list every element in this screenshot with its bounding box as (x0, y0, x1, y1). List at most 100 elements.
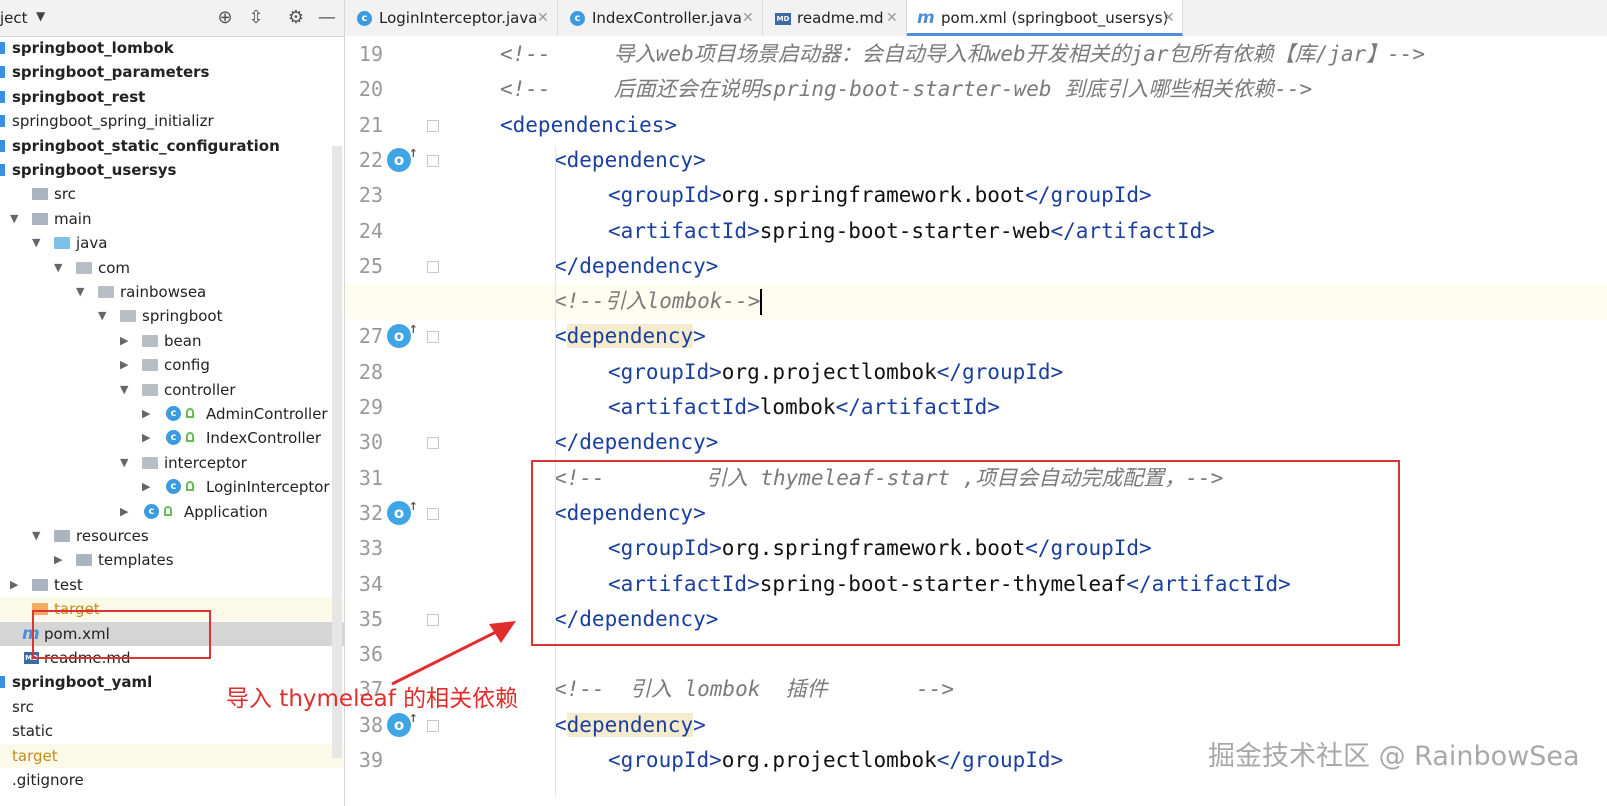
tree-item-label: springboot (142, 307, 223, 326)
tree-item[interactable]: ▼ com (0, 256, 344, 280)
expand-arrow-icon[interactable]: ▼ (120, 451, 128, 475)
collapse-arrow-icon[interactable]: ▶ (54, 548, 62, 572)
class-icon: c (166, 430, 181, 446)
tree-item[interactable]: .gitignore (0, 768, 344, 792)
expand-arrow-icon[interactable]: ▼ (32, 524, 40, 548)
tree-item[interactable]: ▶ c AdminController (0, 402, 344, 426)
tree-item[interactable]: ▶ bean (0, 329, 344, 353)
code-line[interactable]: <groupId>org.projectlombok</groupId> (345, 355, 1607, 390)
collapse-arrow-icon[interactable]: ▶ (120, 329, 128, 353)
tree-item-label: interceptor (164, 453, 247, 472)
annotation-highlight-box-code (531, 460, 1400, 646)
tree-item[interactable]: ▶ c IndexController (0, 426, 344, 450)
tree-item[interactable]: springboot_static_configuration (0, 134, 344, 158)
tree-item[interactable]: static (0, 719, 344, 743)
editor-tabs: c LoginInterceptor.java ✕ c IndexController.… (345, 0, 1607, 37)
collapse-arrow-icon[interactable]: ▶ (142, 402, 150, 426)
annotation-highlight-box-pom (32, 610, 211, 659)
code-text: lombok (759, 395, 836, 419)
editor-tab[interactable]: c LoginInterceptor.java ✕ (345, 0, 558, 36)
editor-tab[interactable]: m pom.xml (springboot_usersys) ✕ (907, 0, 1183, 36)
expand-arrow-icon[interactable]: ▼ (120, 378, 128, 402)
project-header: ject ▼ ⊕ ⇳ ⚙ — (0, 0, 344, 37)
code-line[interactable]: <dependencies> (345, 108, 1607, 143)
collapse-arrow-icon[interactable]: ▶ (142, 475, 150, 499)
code-editor[interactable]: 19202122o↑2324252627o↑2829303132o↑333435… (345, 36, 1607, 806)
xml-tag: dependency (566, 324, 694, 349)
expand-arrow-icon[interactable]: ▼ (54, 256, 62, 280)
chevron-down-icon[interactable]: ▼ (36, 9, 45, 23)
xml-tag: </artifactId> (1050, 218, 1215, 243)
tree-item[interactable]: springboot_spring_initializr (0, 109, 344, 133)
tree-item[interactable]: ▶ config (0, 353, 344, 377)
collapse-arrow-icon[interactable]: ▶ (142, 426, 150, 450)
xml-tag: </groupId> (936, 748, 1064, 772)
tree-item[interactable]: ▼ main (0, 207, 344, 231)
gear-icon[interactable]: ⚙ (285, 7, 307, 28)
tree-item[interactable]: springboot_rest (0, 85, 344, 109)
tree-item-label: main (54, 209, 92, 228)
close-icon[interactable]: ✕ (1163, 0, 1175, 36)
code-text: spring-boot-starter-web (759, 218, 1051, 243)
tree-item[interactable]: target (0, 743, 344, 768)
module-icon (0, 66, 5, 79)
tree-item[interactable]: ▼ resources (0, 524, 344, 548)
tree-item-label: config (164, 356, 210, 375)
tree-item[interactable]: springboot_lombok (0, 36, 344, 60)
code-text: org.projectlombok (721, 748, 937, 772)
folder-icon (54, 237, 70, 250)
tree-item[interactable]: ▶ c Application (0, 500, 344, 524)
tree-item[interactable]: ▼ java (0, 231, 344, 255)
project-scrollbar[interactable] (332, 146, 342, 758)
class-icon: c (166, 479, 181, 495)
tab-label: IndexController.java (592, 9, 742, 27)
minimize-icon[interactable]: — (316, 7, 338, 28)
tree-item[interactable]: ▼ springboot (0, 304, 344, 328)
code-line[interactable]: <artifactId>spring-boot-starter-web</art… (345, 214, 1607, 249)
collapse-arrow-icon[interactable]: ▶ (120, 500, 128, 524)
code-line[interactable]: <artifactId>lombok</artifactId> (345, 390, 1607, 425)
tree-item-label: com (98, 258, 131, 277)
expand-arrow-icon[interactable]: ▼ (98, 304, 106, 328)
close-icon[interactable]: ✕ (537, 0, 549, 36)
tree-item[interactable]: springboot_usersys (0, 158, 344, 182)
tree-item[interactable]: ▼ controller (0, 378, 344, 402)
project-view-title[interactable]: ject (0, 9, 28, 27)
expand-arrow-icon[interactable]: ▼ (76, 280, 84, 304)
code-line[interactable]: <!-- 后面还会在说明spring-boot-starter-web 到底引入… (345, 72, 1607, 107)
crosshair-icon[interactable]: ⊕ (214, 7, 236, 28)
editor-tab[interactable]: c IndexController.java ✕ (558, 0, 763, 36)
code-line[interactable]: <!--引入lombok--> (345, 284, 1607, 320)
code-line[interactable]: <!-- 导入web项目场景启动器：会自动导入和web开发相关的jar包所有依赖… (345, 37, 1607, 72)
maven-icon: m (917, 8, 935, 28)
tree-item-label: springboot_rest (12, 87, 146, 106)
tree-item[interactable]: ▶ c LoginInterceptor (0, 475, 344, 499)
editor-tab[interactable]: MD readme.md ✕ (763, 0, 907, 36)
tree-item[interactable]: src (0, 182, 344, 206)
close-icon[interactable]: ✕ (742, 0, 754, 36)
collapse-arrow-icon[interactable]: ▶ (120, 353, 128, 377)
tree-item[interactable]: ▶ templates (0, 548, 344, 572)
code-line[interactable]: <dependency> (345, 143, 1607, 178)
tree-item[interactable]: ▼ interceptor (0, 451, 344, 475)
collapse-icon[interactable]: ⇳ (245, 7, 267, 28)
tree-item[interactable]: springboot_parameters (0, 60, 344, 84)
tree-item[interactable]: ▶ test (0, 573, 344, 597)
xml-tag: dependency (566, 712, 694, 737)
tree-item-label: java (76, 234, 108, 253)
xml-tag: <groupId> (608, 359, 722, 384)
markdown-icon: MD (775, 13, 791, 25)
code-line[interactable]: </dependency> (345, 425, 1607, 460)
tree-item[interactable]: ▼ rainbowsea (0, 280, 344, 304)
collapse-arrow-icon[interactable]: ▶ (10, 573, 18, 597)
close-icon[interactable]: ✕ (886, 0, 898, 36)
code-line[interactable]: <!-- 引入 lombok 插件 --> (345, 672, 1607, 707)
module-icon (0, 42, 5, 54)
code-line[interactable]: <groupId>org.springframework.boot</group… (345, 178, 1607, 213)
xml-tag: </dependency> (554, 430, 719, 455)
code-line[interactable]: </dependency> (345, 249, 1607, 284)
expand-arrow-icon[interactable]: ▼ (32, 231, 40, 255)
lock-icon (186, 481, 194, 492)
expand-arrow-icon[interactable]: ▼ (10, 207, 18, 231)
code-line[interactable]: <dependency> (345, 319, 1607, 354)
